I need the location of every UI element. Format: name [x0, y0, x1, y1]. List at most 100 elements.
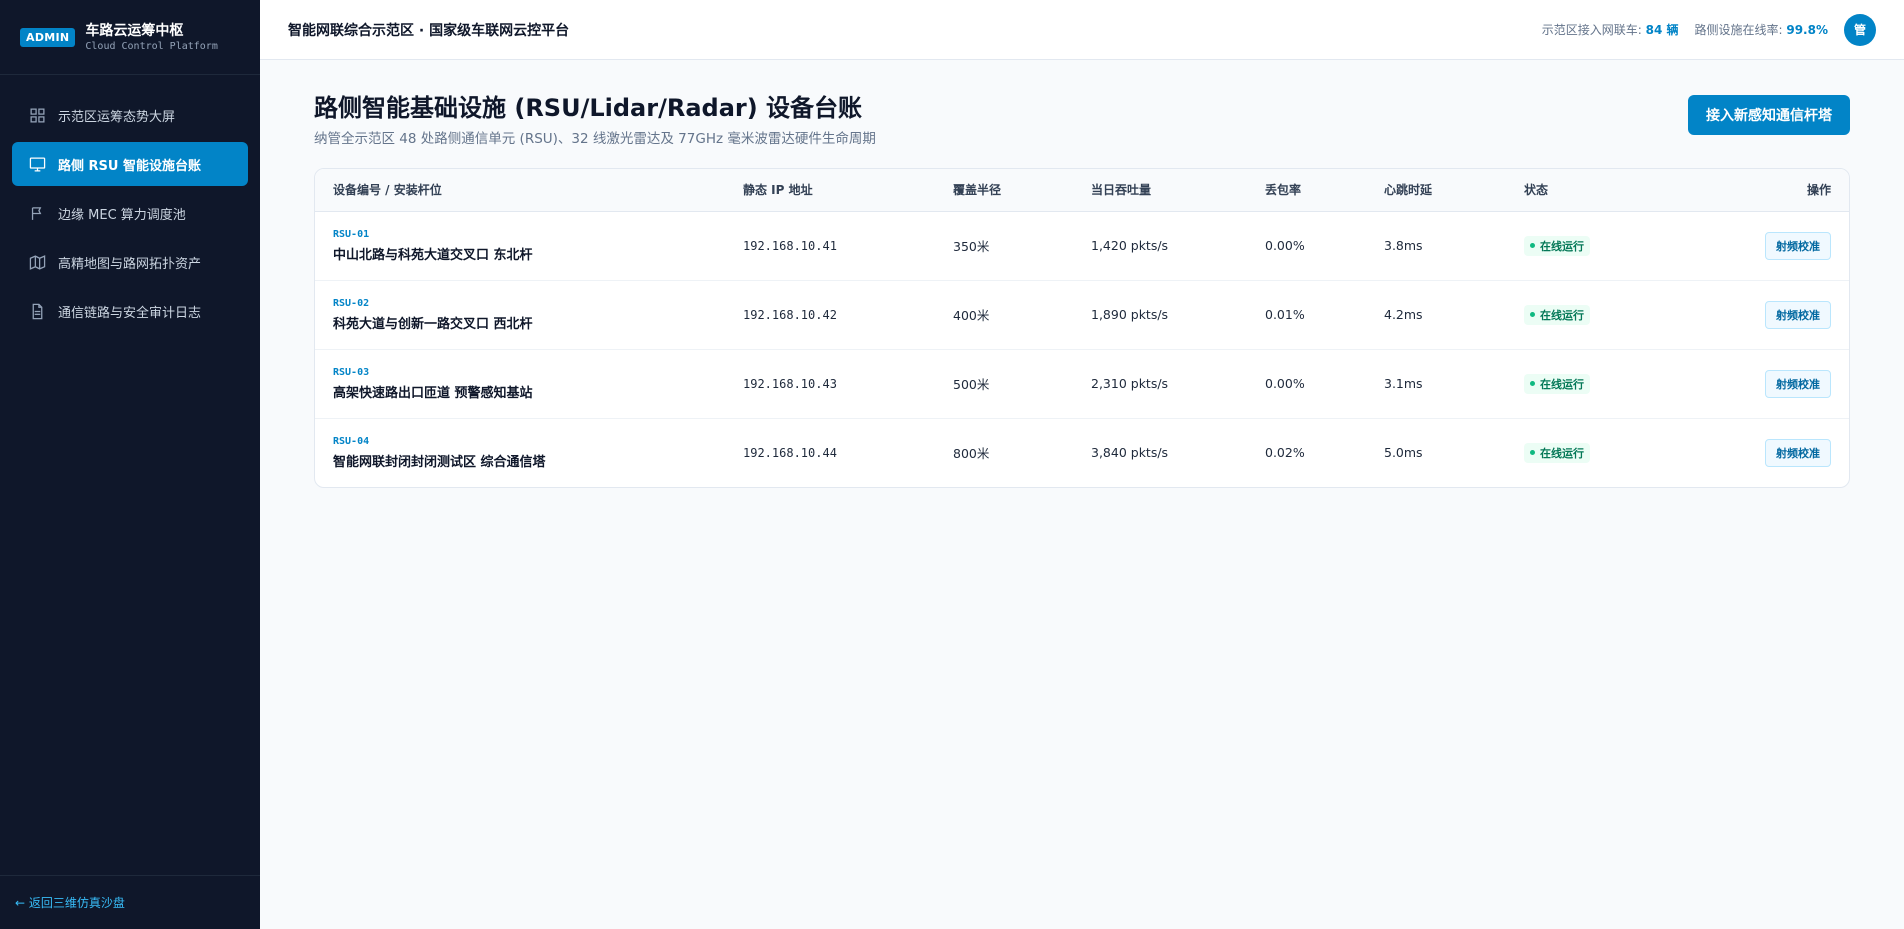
brand-subtitle: Cloud Control Platform — [85, 40, 218, 52]
throughput-cell: 1,420 pkts/s — [1091, 238, 1169, 253]
status-badge: 在线运行 — [1524, 442, 1590, 463]
sidebar-item-audit-log[interactable]: 通信链路与安全审计日志 — [12, 289, 248, 333]
device-cell: RSU-01 中山北路与科苑大道交叉口 东北杆 — [315, 211, 725, 280]
sidebar-footer: ← 返回三维仿真沙盘 — [0, 875, 260, 929]
latency-cell: 3.8ms — [1384, 238, 1423, 253]
brand: ADMIN 车路云运筹中枢 Cloud Control Platform — [0, 0, 260, 75]
ip-cell: 192.168.10.42 — [743, 307, 837, 322]
sidebar-item-mec-pool[interactable]: 边缘 MEC 算力调度池 — [12, 191, 248, 235]
page-subtitle: 纳管全示范区 48 处路侧通信单元 (RSU)、32 线激光雷达及 77GHz … — [314, 131, 876, 147]
sidebar: ADMIN 车路云运筹中枢 Cloud Control Platform 示范区… — [0, 0, 260, 929]
avatar[interactable]: 管 — [1844, 13, 1876, 46]
radius-cell: 800米 — [953, 446, 990, 462]
status-badge: 在线运行 — [1524, 304, 1590, 325]
throughput-cell: 3,840 pkts/s — [1091, 445, 1169, 461]
status-text: 在线运行 — [1540, 308, 1584, 322]
device-cell: RSU-02 科苑大道与创新一路交叉口 西北杆 — [315, 280, 725, 349]
online-rate-stat: 路侧设施在线率: 99.8% — [1694, 21, 1828, 38]
radius-cell: 400米 — [953, 308, 990, 323]
device-table-card: 设备编号 / 安装杆位 静态 IP 地址 覆盖半径 当日吞吐量 丢包率 心跳时延… — [314, 168, 1850, 488]
rf-calibrate-button[interactable]: 射频校准 — [1765, 231, 1831, 260]
loss-cell: 0.00% — [1265, 376, 1305, 391]
ip-cell: 192.168.10.44 — [743, 445, 837, 460]
device-id[interactable]: RSU-02 — [333, 298, 725, 309]
loss-cell: 0.00% — [1265, 238, 1305, 253]
column-header: 设备编号 / 安装杆位 — [333, 183, 442, 198]
radius-cell: 500米 — [953, 377, 990, 392]
column-header: 静态 IP 地址 — [743, 183, 813, 198]
status-text: 在线运行 — [1540, 239, 1584, 253]
stat-label: 路侧设施在线率: — [1694, 23, 1783, 37]
status-cell: 在线运行 — [1506, 418, 1666, 487]
rf-calibrate-button[interactable]: 射频校准 — [1765, 300, 1831, 329]
device-table: 设备编号 / 安装杆位 静态 IP 地址 覆盖半径 当日吞吐量 丢包率 心跳时延… — [315, 169, 1849, 487]
rf-calibrate-button[interactable]: 射频校准 — [1765, 369, 1831, 398]
loss-cell: 0.01% — [1265, 307, 1305, 322]
column-header: 当日吞吐量 — [1091, 183, 1152, 198]
admin-badge: ADMIN — [20, 27, 76, 47]
top-header: 智能网联综合示范区 · 国家级车联网云控平台 示范区接入网联车: 84 辆 路侧… — [260, 0, 1904, 60]
status-dot-icon — [1530, 450, 1535, 456]
connected-vehicles-stat: 示范区接入网联车: 84 辆 — [1542, 21, 1679, 38]
status-badge: 在线运行 — [1524, 235, 1590, 256]
grid-icon — [28, 106, 46, 124]
rf-calibrate-button[interactable]: 射频校准 — [1765, 438, 1831, 467]
map-icon — [28, 253, 46, 271]
monitor-icon — [28, 155, 46, 173]
table-row: RSU-04 智能网联封闭封闭测试区 综合通信塔 192.168.10.44 8… — [315, 418, 1849, 487]
stat-label: 示范区接入网联车: — [1541, 23, 1642, 37]
ip-cell: 192.168.10.41 — [743, 238, 837, 253]
column-header: 状态 — [1524, 183, 1549, 198]
stat-value: 84 辆 — [1645, 23, 1679, 37]
flag-icon — [28, 204, 46, 222]
status-dot-icon — [1530, 381, 1535, 386]
table-row: RSU-01 中山北路与科苑大道交叉口 东北杆 192.168.10.41 35… — [315, 211, 1849, 280]
brand-text: 车路云运筹中枢 Cloud Control Platform — [85, 22, 217, 53]
ip-cell: 192.168.10.43 — [743, 376, 837, 391]
throughput-cell: 1,890 pkts/s — [1091, 307, 1169, 322]
device-cell: RSU-03 高架快速路出口匝道 预警感知基站 — [315, 349, 725, 418]
document-icon — [28, 302, 46, 320]
column-header: 操作 — [1806, 183, 1831, 198]
page-header: 路侧智能基础设施 (RSU/Lidar/Radar) 设备台账 纳管全示范区 4… — [314, 60, 1850, 168]
status-cell: 在线运行 — [1506, 211, 1666, 280]
device-location: 科苑大道与创新一路交叉口 西北杆 — [333, 316, 533, 332]
action-cell: 射频校准 — [1666, 349, 1849, 418]
status-dot-icon — [1530, 312, 1535, 317]
device-id[interactable]: RSU-04 — [333, 436, 725, 447]
sidebar-item-rsu-ledger[interactable]: 路侧 RSU 智能设施台账 — [12, 142, 248, 186]
device-location: 高架快速路出口匝道 预警感知基站 — [333, 385, 533, 401]
sidebar-item-hd-map[interactable]: 高精地图与路网拓扑资产 — [12, 240, 248, 284]
loss-cell: 0.02% — [1265, 445, 1305, 461]
stat-value: 99.8% — [1786, 23, 1828, 37]
sidebar-nav: 示范区运筹态势大屏 路侧 RSU 智能设施台账 边缘 MEC 算力调度池 高精地… — [0, 75, 260, 333]
device-id[interactable]: RSU-01 — [333, 229, 725, 240]
latency-cell: 5.0ms — [1384, 445, 1423, 461]
action-cell: 射频校准 — [1666, 280, 1849, 349]
throughput-cell: 2,310 pkts/s — [1091, 376, 1169, 391]
column-header: 丢包率 — [1265, 183, 1302, 198]
column-header: 覆盖半径 — [953, 183, 1002, 198]
status-dot-icon — [1530, 243, 1535, 248]
back-to-sandbox-link[interactable]: ← 返回三维仿真沙盘 — [15, 894, 125, 911]
main-content: 路侧智能基础设施 (RSU/Lidar/Radar) 设备台账 纳管全示范区 4… — [314, 60, 1850, 488]
table-row: RSU-02 科苑大道与创新一路交叉口 西北杆 192.168.10.42 40… — [315, 280, 1849, 349]
status-badge: 在线运行 — [1524, 373, 1590, 394]
status-cell: 在线运行 — [1506, 349, 1666, 418]
sidebar-item-label: 示范区运筹态势大屏 — [58, 109, 176, 125]
sidebar-item-label: 边缘 MEC 算力调度池 — [58, 207, 186, 223]
device-location: 中山北路与科苑大道交叉口 东北杆 — [333, 247, 533, 263]
device-location: 智能网联封闭封闭测试区 综合通信塔 — [333, 454, 546, 470]
device-cell: RSU-04 智能网联封闭封闭测试区 综合通信塔 — [315, 418, 725, 487]
action-cell: 射频校准 — [1666, 418, 1849, 487]
header-title: 智能网联综合示范区 · 国家级车联网云控平台 — [288, 22, 570, 39]
sidebar-item-label: 路侧 RSU 智能设施台账 — [58, 158, 201, 174]
sidebar-item-label: 高精地图与路网拓扑资产 — [58, 256, 202, 272]
radius-cell: 350米 — [953, 239, 990, 254]
status-cell: 在线运行 — [1506, 280, 1666, 349]
column-header: 心跳时延 — [1384, 183, 1433, 198]
device-id[interactable]: RSU-03 — [333, 367, 725, 378]
add-tower-button[interactable]: 接入新感知通信杆塔 — [1688, 95, 1850, 135]
sidebar-item-label: 通信链路与安全审计日志 — [58, 305, 202, 321]
sidebar-item-dashboard[interactable]: 示范区运筹态势大屏 — [12, 93, 248, 137]
